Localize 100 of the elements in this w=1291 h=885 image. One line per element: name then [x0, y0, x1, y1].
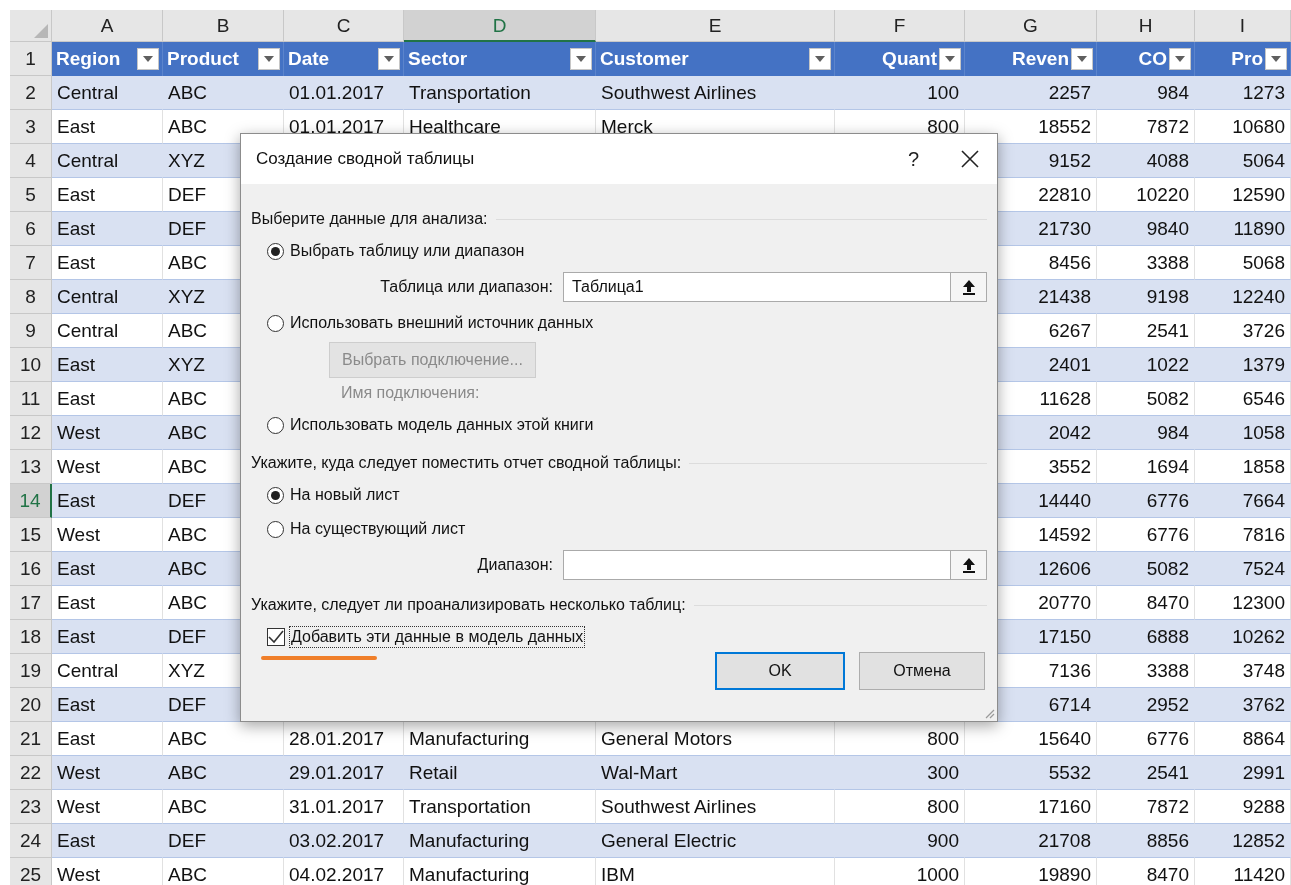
- row-number[interactable]: 9: [10, 314, 52, 348]
- row-number[interactable]: 23: [10, 790, 52, 824]
- filter-dropdown-button[interactable]: [1265, 48, 1287, 70]
- row-number[interactable]: 19: [10, 654, 52, 688]
- row-number[interactable]: 11: [10, 382, 52, 416]
- table-cell: 7872: [1146, 115, 1189, 138]
- table-cell: 21730: [1038, 217, 1091, 240]
- help-button[interactable]: ?: [899, 147, 927, 171]
- table-cell: XYZ: [168, 659, 205, 682]
- table-cell: ABC: [168, 319, 208, 342]
- row-number[interactable]: 5: [10, 178, 52, 212]
- table-cell: 8470: [1146, 863, 1189, 885]
- table-cell: West: [57, 455, 100, 478]
- column-letter[interactable]: C: [284, 10, 404, 42]
- table-cell: 6714: [1048, 693, 1091, 716]
- column-letter[interactable]: G: [965, 10, 1097, 42]
- radio-button[interactable]: [267, 520, 284, 538]
- collapse-dialog-button[interactable]: [951, 550, 987, 580]
- table-cell: 03.02.2017: [289, 829, 385, 852]
- checkbox[interactable]: [267, 628, 285, 646]
- row-number[interactable]: 10: [10, 348, 52, 382]
- radio-option[interactable]: Выбрать таблицу или диапазон: [267, 234, 525, 268]
- range-field[interactable]: [563, 550, 951, 580]
- table-cell: 9840: [1146, 217, 1189, 240]
- row-number[interactable]: 25: [10, 858, 52, 885]
- section-heading: Укажите, куда следует поместить отчет сводной таблицы:: [251, 454, 682, 472]
- filter-dropdown-button[interactable]: [1071, 48, 1093, 70]
- row-number[interactable]: 2: [10, 76, 52, 110]
- row-number[interactable]: 1: [10, 42, 52, 76]
- filter-dropdown-button[interactable]: [939, 48, 961, 70]
- table-cell: ABC: [168, 421, 208, 444]
- collapse-dialog-button[interactable]: [951, 272, 987, 302]
- table-cell: ABC: [168, 761, 208, 784]
- field-label: Таблица или диапазон:: [379, 278, 554, 296]
- row-number[interactable]: 7: [10, 246, 52, 280]
- table-cell: 12240: [1232, 285, 1285, 308]
- column-letter[interactable]: F: [835, 10, 965, 42]
- caret-down-icon: [384, 56, 394, 62]
- row-number[interactable]: 4: [10, 144, 52, 178]
- table-cell: 01.01.2017: [289, 81, 385, 104]
- table-cell: 800: [927, 115, 959, 138]
- radio-button[interactable]: [267, 242, 284, 260]
- row-number[interactable]: 6: [10, 212, 52, 246]
- filter-dropdown-button[interactable]: [570, 48, 592, 70]
- table-cell: 2401: [1048, 353, 1091, 376]
- resize-grip-icon[interactable]: [983, 707, 995, 719]
- row-number[interactable]: 14: [10, 484, 52, 518]
- filter-dropdown-button[interactable]: [1169, 48, 1191, 70]
- table-cell: Merck: [601, 115, 653, 138]
- filter-dropdown-button[interactable]: [809, 48, 831, 70]
- table-cell: 300: [927, 761, 959, 784]
- table-cell: 11628: [1039, 387, 1091, 410]
- ok-button[interactable]: OK: [715, 652, 845, 690]
- table-cell: 9152: [1048, 149, 1091, 172]
- column-header: Pro: [1231, 48, 1263, 70]
- table-cell: 12606: [1038, 557, 1091, 580]
- range-field[interactable]: Таблица1: [563, 272, 951, 302]
- table-cell: East: [57, 353, 96, 376]
- table-cell: 18552: [1038, 115, 1091, 138]
- radio-option[interactable]: Использовать модель данных этой книги: [267, 408, 594, 442]
- radio-button[interactable]: [267, 416, 284, 434]
- row-number[interactable]: 15: [10, 518, 52, 552]
- table-cell: East: [57, 829, 96, 852]
- table-cell: ABC: [168, 727, 208, 750]
- row-number[interactable]: 22: [10, 756, 52, 790]
- column-letter[interactable]: E: [596, 10, 835, 42]
- column-letter[interactable]: B: [163, 10, 284, 42]
- radio-button[interactable]: [267, 486, 284, 504]
- row-number[interactable]: 18: [10, 620, 52, 654]
- row-number[interactable]: 13: [10, 450, 52, 484]
- column-letter[interactable]: H: [1097, 10, 1195, 42]
- row-number[interactable]: 3: [10, 110, 52, 144]
- table-cell: West: [57, 761, 100, 784]
- row-number[interactable]: 20: [10, 688, 52, 722]
- cancel-button[interactable]: Отмена: [859, 652, 985, 690]
- row-number[interactable]: 12: [10, 416, 52, 450]
- table-cell: 6776: [1146, 489, 1189, 512]
- row-number[interactable]: 24: [10, 824, 52, 858]
- column-letter[interactable]: I: [1195, 10, 1291, 42]
- table-cell: Healthcare: [409, 115, 501, 138]
- table-cell: 7664: [1242, 489, 1285, 512]
- column-letter[interactable]: A: [52, 10, 163, 42]
- filter-dropdown-button[interactable]: [258, 48, 280, 70]
- table-cell: 19890: [1038, 863, 1091, 885]
- radio-option[interactable]: На существующий лист: [267, 512, 466, 546]
- row-number[interactable]: 17: [10, 586, 52, 620]
- row-number[interactable]: 8: [10, 280, 52, 314]
- table-cell: Central: [57, 659, 119, 682]
- filter-dropdown-button[interactable]: [137, 48, 159, 70]
- radio-button[interactable]: [267, 314, 284, 332]
- row-number[interactable]: 21: [10, 722, 52, 756]
- column-letter[interactable]: D: [404, 10, 596, 42]
- table-cell: ABC: [168, 81, 208, 104]
- row-number[interactable]: 16: [10, 552, 52, 586]
- radio-option[interactable]: Использовать внешний источник данных: [267, 306, 594, 340]
- column-header: Reven: [1011, 48, 1069, 70]
- filter-dropdown-button[interactable]: [378, 48, 400, 70]
- radio-option[interactable]: На новый лист: [267, 478, 400, 512]
- table-cell: ABC: [168, 523, 208, 546]
- table-cell: 11890: [1233, 217, 1285, 240]
